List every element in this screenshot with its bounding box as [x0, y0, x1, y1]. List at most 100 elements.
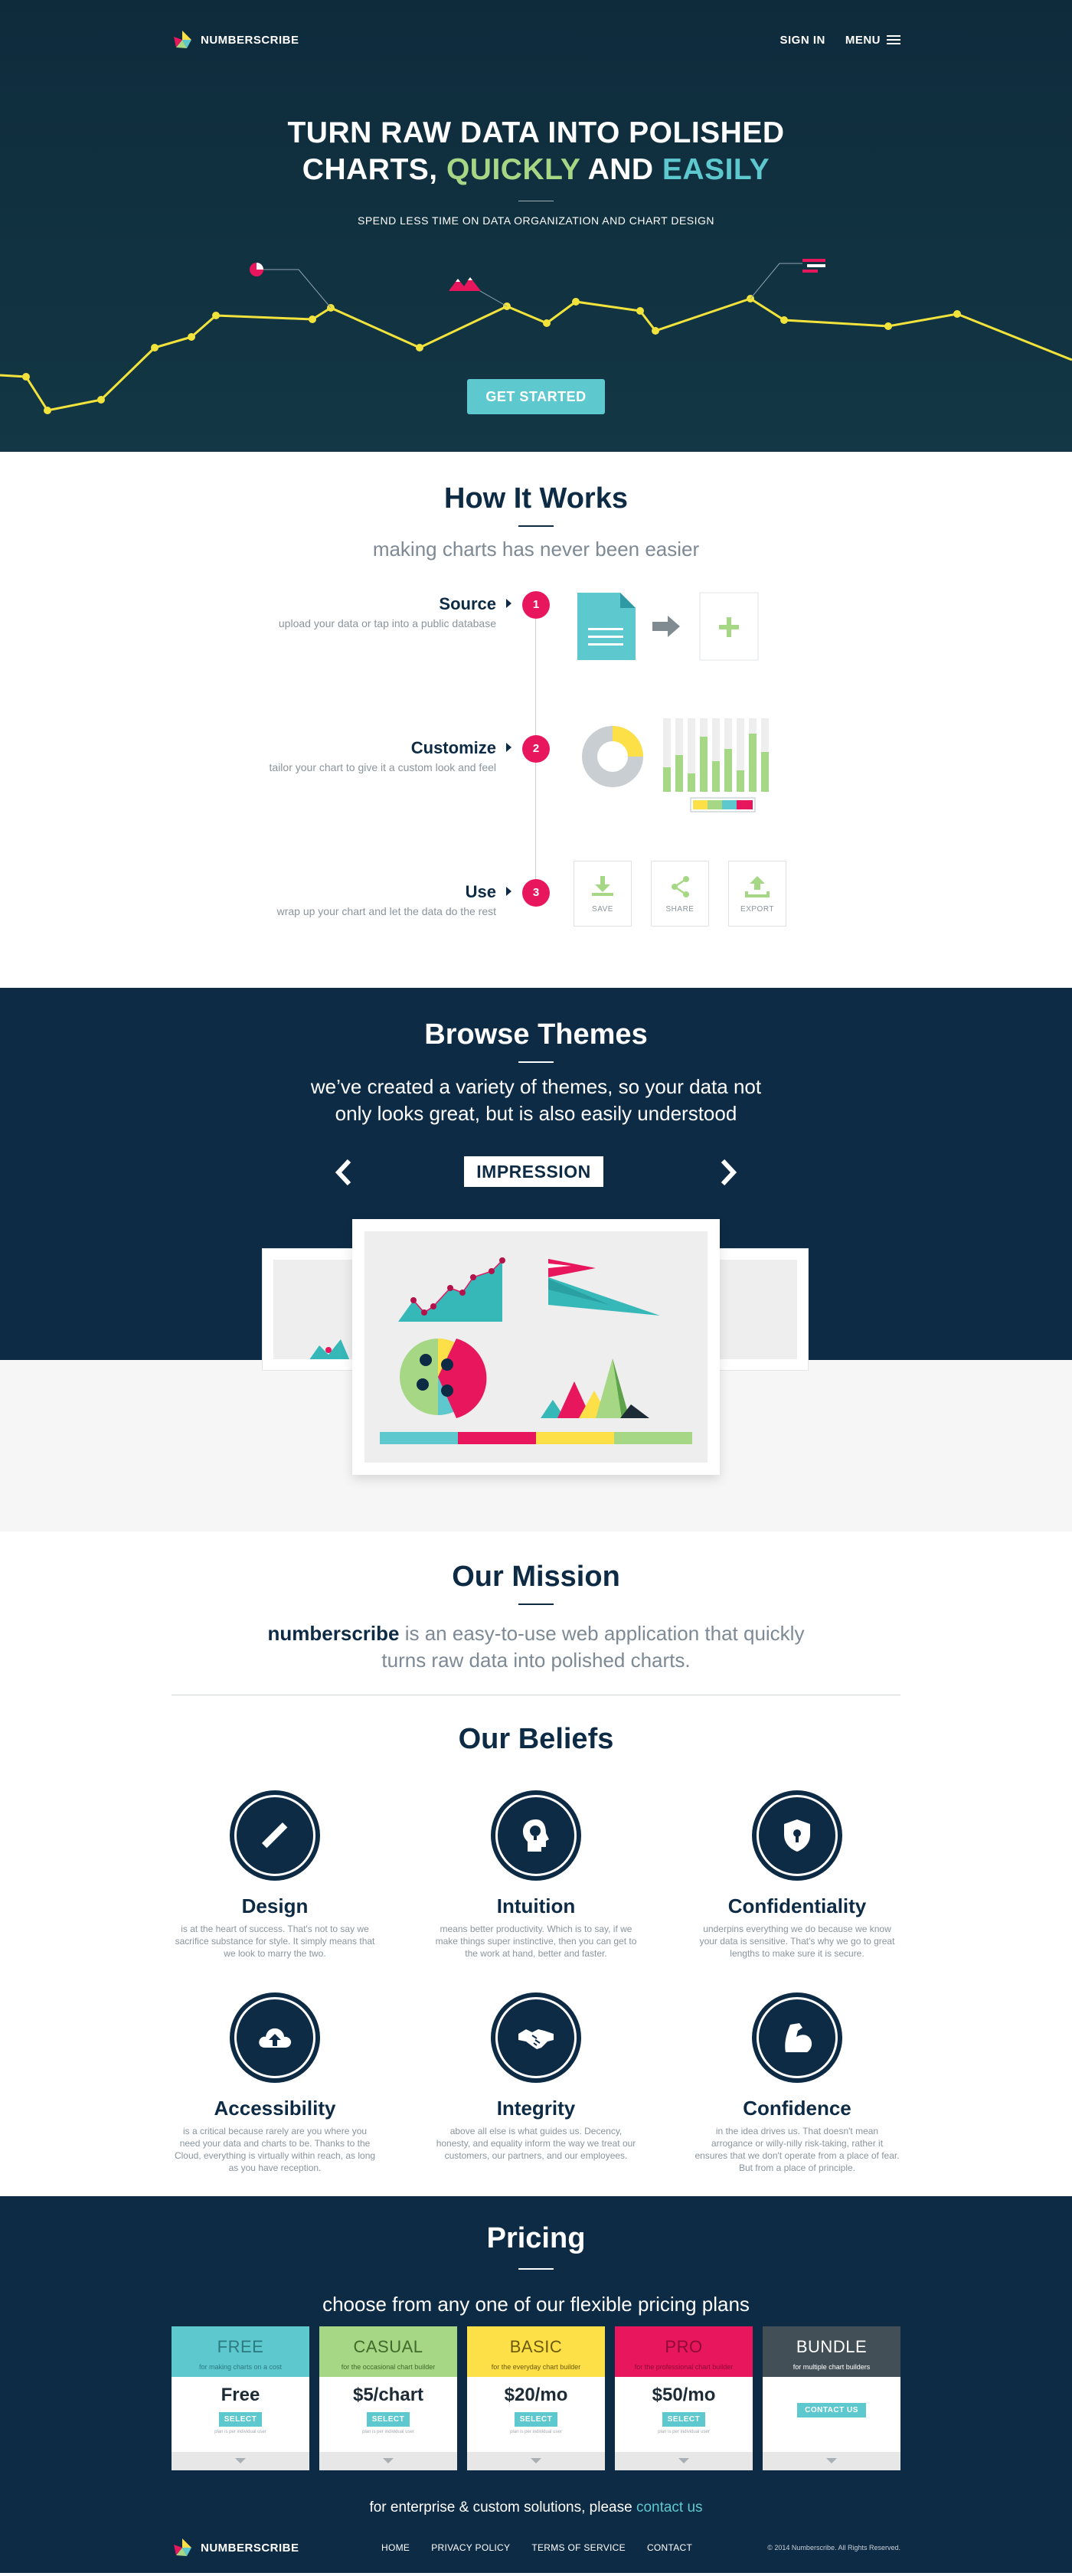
footer-logo[interactable]: NUMBERSCRIBE	[172, 2537, 299, 2558]
footer-link-privacy[interactable]: PRIVACY POLICY	[431, 2542, 510, 2553]
step-source: Source upload your data or tap into a pu…	[0, 591, 1072, 640]
mission-text-line1: is an easy-to-use web application that q…	[399, 1622, 805, 1645]
save-action[interactable]: SAVE	[574, 861, 632, 927]
step-number: 2	[522, 735, 550, 763]
color-palette-icon	[690, 797, 756, 812]
footer-nav: HOME PRIVACY POLICY TERMS OF SERVICE CON…	[381, 2542, 692, 2553]
plan-price: Free	[221, 2385, 260, 2405]
plan-header: FREE for making charts on a cost	[172, 2326, 309, 2377]
hero-subtitle: SPEND LESS TIME ON DATA ORGANIZATION AND…	[357, 214, 715, 227]
beliefs-title: Our Beliefs	[458, 1723, 614, 1755]
download-icon	[592, 875, 613, 896]
plan-expand-toggle[interactable]	[763, 2452, 900, 2470]
step-use: Use wrap up your chart and let the data …	[0, 879, 1072, 928]
prev-theme-button[interactable]	[332, 1159, 355, 1186]
mission-section: Our Mission numberscribe is an easy-to-u…	[0, 1532, 1072, 1695]
plan-card-basic: BASIC for the everyday chart builder $20…	[467, 2326, 605, 2470]
plan-expand-toggle[interactable]	[319, 2452, 457, 2470]
themes-subtitle-line1: we’ve created a variety of themes, so yo…	[310, 1075, 762, 1098]
logo-text: NUMBERSCRIBE	[201, 33, 299, 47]
step-title: Customize	[410, 738, 496, 757]
shield-lock-icon	[752, 1790, 842, 1881]
belief-title: Design	[241, 1894, 309, 1917]
plan-tagline: for multiple chart builders	[793, 2363, 871, 2371]
menu-button[interactable]: MENU	[845, 34, 900, 47]
plan-name: BUNDLE	[796, 2337, 868, 2356]
plan-card-pro: PRO for the professional chart builder $…	[615, 2326, 753, 2470]
menu-label: MENU	[845, 33, 881, 47]
plan-expand-toggle[interactable]	[172, 2452, 309, 2470]
top-nav: NUMBERSCRIBE SIGN IN MENU	[172, 28, 900, 52]
hero-title-easily: EASILY	[662, 153, 770, 186]
contact-us-button[interactable]: CONTACT US	[797, 2403, 866, 2417]
contact-us-link[interactable]: contact us	[636, 2499, 703, 2516]
mission-brand: numberscribe	[267, 1622, 400, 1645]
caret-down-icon	[826, 2458, 837, 2463]
belief-text: in the idea drives us. That doesn't mean…	[695, 2126, 900, 2173]
copyright-text: © 2014 Numberscribe. All Rights Reserved…	[767, 2544, 900, 2551]
select-plan-button[interactable]: SELECT	[515, 2412, 557, 2427]
ruler-pencil-icon	[230, 1790, 320, 1881]
plan-fine-print: plan is per individual user	[658, 2430, 710, 2434]
chevron-left-icon	[335, 1159, 351, 1186]
get-started-button[interactable]: GET STARTED	[467, 379, 605, 414]
enterprise-note: for enterprise & custom solutions, pleas…	[0, 2499, 1072, 2516]
save-label: SAVE	[592, 904, 613, 914]
belief-accessibility: Accessibility is a critical because rare…	[168, 1992, 382, 2174]
belief-confidence: Confidence in the idea drives us. That d…	[690, 1992, 904, 2174]
sign-in-link[interactable]: SIGN IN	[779, 34, 825, 47]
plan-name: PRO	[665, 2337, 703, 2356]
pie-icon	[250, 263, 263, 276]
plan-expand-toggle[interactable]	[467, 2452, 605, 2470]
themes-subtitle-line2: only looks great, but is also easily und…	[335, 1102, 737, 1125]
caret-down-icon	[531, 2458, 541, 2463]
donut-chart-icon	[582, 726, 643, 787]
how-it-works-section: How It Works making charts has never bee…	[0, 452, 1072, 988]
step-number: 3	[522, 879, 550, 907]
share-icon	[672, 875, 689, 897]
belief-title: Integrity	[496, 2097, 576, 2120]
footer: NUMBERSCRIBE HOME PRIVACY POLICY TERMS O…	[172, 2536, 900, 2559]
belief-text: underpins everything we do because we kn…	[699, 1924, 895, 1959]
plan-name: CASUAL	[353, 2337, 423, 2356]
plan-fine-print: plan is per individual user	[510, 2430, 562, 2434]
share-action[interactable]: SHARE	[651, 861, 709, 927]
select-plan-button[interactable]: SELECT	[367, 2412, 410, 2427]
source-illustration	[577, 592, 759, 661]
plan-card-casual: CASUAL for the occasional chart builder …	[319, 2326, 457, 2470]
export-label: EXPORT	[740, 904, 774, 914]
select-plan-button[interactable]: SELECT	[219, 2412, 262, 2427]
plan-price: $50/mo	[652, 2385, 716, 2405]
plan-name: FREE	[217, 2337, 264, 2356]
plan-expand-toggle[interactable]	[615, 2452, 753, 2470]
theme-switcher: IMPRESSION	[0, 1156, 1072, 1187]
belief-title: Accessibility	[214, 2097, 336, 2120]
mission-divider	[518, 1603, 554, 1605]
hero-title-and: AND	[580, 153, 662, 186]
export-action[interactable]: EXPORT	[728, 861, 786, 927]
footer-link-contact[interactable]: CONTACT	[647, 2542, 692, 2553]
enterprise-text: for enterprise & custom solutions, pleas…	[369, 2499, 636, 2516]
caret-down-icon	[678, 2458, 689, 2463]
hamburger-icon	[887, 35, 900, 44]
caret-right-icon	[506, 743, 511, 752]
belief-text: above all else is what guides us. Decenc…	[436, 2126, 636, 2161]
how-title: How It Works	[444, 482, 628, 515]
select-plan-button[interactable]: SELECT	[662, 2412, 705, 2427]
plan-price: $20/mo	[504, 2385, 568, 2405]
themes-divider	[518, 1061, 554, 1063]
step-title: Use	[465, 882, 496, 901]
belief-design: Design is at the heart of success. That'…	[168, 1790, 382, 1960]
beliefs-section: Our Beliefs Design is at the heart of su…	[0, 1695, 1072, 2196]
next-theme-button[interactable]	[717, 1159, 740, 1186]
hero-title-quickly: QUICKLY	[446, 153, 580, 186]
belief-text: means better productivity. Which is to s…	[435, 1924, 637, 1959]
logo[interactable]: NUMBERSCRIBE	[172, 29, 299, 51]
footer-link-home[interactable]: HOME	[381, 2542, 410, 2553]
theme-preview-current[interactable]	[352, 1219, 720, 1475]
plan-card-bundle: BUNDLE for multiple chart builders CONTA…	[763, 2326, 900, 2470]
belief-title: Intuition	[496, 1894, 576, 1917]
footer-link-terms[interactable]: TERMS OF SERVICE	[531, 2542, 626, 2553]
step-number: 1	[522, 591, 550, 619]
plan-header: PRO for the professional chart builder	[615, 2326, 753, 2377]
